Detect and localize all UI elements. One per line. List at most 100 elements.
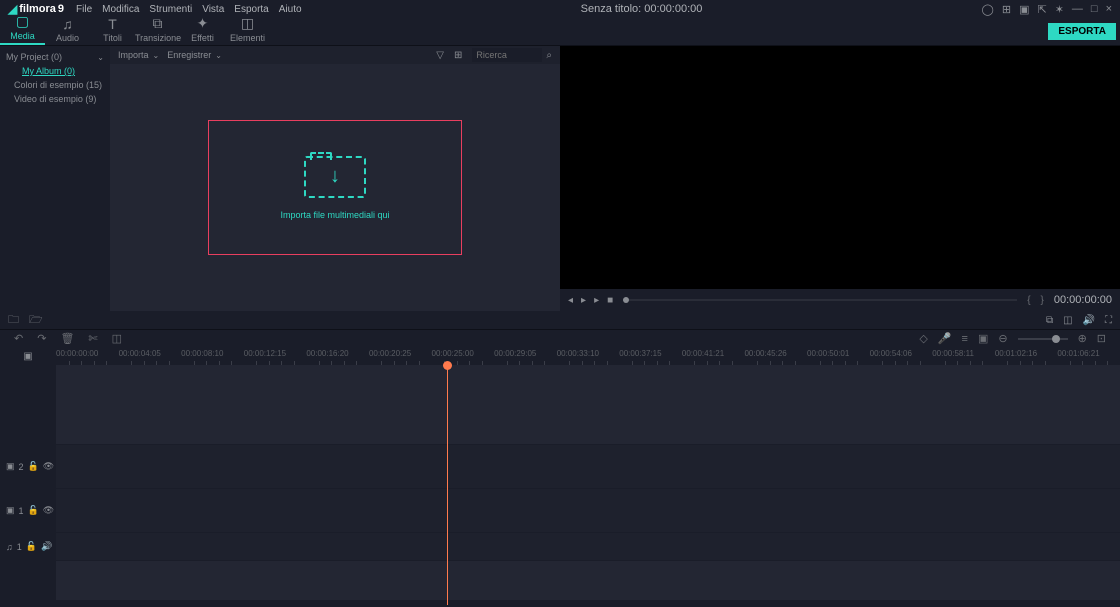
- music-icon: ♫: [45, 16, 90, 32]
- visibility-icon[interactable]: 👁: [43, 461, 54, 472]
- split-button[interactable]: ✄: [88, 332, 97, 345]
- media-drop-area[interactable]: ↓ Importa file multimediali qui: [110, 64, 560, 311]
- ruler-tick: 00:00:58:11: [932, 349, 974, 358]
- sidebar-videos[interactable]: Video di esempio (9): [6, 92, 104, 106]
- menu-help[interactable]: Aiuto: [279, 4, 302, 15]
- import-folder-icon: ↓: [304, 156, 366, 198]
- prev-frame-button[interactable]: ◂: [568, 295, 573, 306]
- zoom-in-button[interactable]: ⊕: [1078, 332, 1087, 345]
- maximize-icon[interactable]: □: [1091, 3, 1098, 15]
- new-folder-icon[interactable]: 🗀: [8, 311, 19, 330]
- render-icon[interactable]: ▣: [978, 332, 988, 345]
- mic-icon[interactable]: 🎤: [938, 332, 952, 345]
- next-frame-button[interactable]: ▸: [594, 295, 599, 306]
- settings-icon[interactable]: ✶: [1055, 3, 1064, 16]
- import-highlight-box: ↓ Importa file multimediali qui: [208, 120, 462, 255]
- close-icon[interactable]: ×: [1106, 3, 1112, 15]
- transition-icon: ⧉: [135, 15, 180, 32]
- video-track-icon: ▣: [6, 461, 15, 472]
- video-track-icon: ▣: [6, 505, 15, 516]
- undo-button[interactable]: ↶: [14, 332, 23, 345]
- elements-icon: ◫: [225, 15, 270, 32]
- menu-file[interactable]: File: [76, 4, 92, 15]
- user-icon[interactable]: ◯: [982, 3, 994, 16]
- media-toolbar: Importa⌄ Enregistrer⌄ ▽ ⊞ ⌕: [110, 46, 560, 64]
- video-track-2[interactable]: ▣ 2 🔓 👁: [0, 445, 1120, 489]
- ruler-tick: 00:00:33:10: [557, 349, 599, 358]
- preview-time: 00:00:00:00: [1054, 294, 1112, 306]
- ruler-tick: 00:00:16:20: [306, 349, 348, 358]
- chevron-down-icon: ⌄: [97, 53, 104, 62]
- mark-in-icon[interactable]: {: [1027, 295, 1030, 306]
- menu-edit[interactable]: Modifica: [102, 4, 139, 15]
- marker-icon[interactable]: ◇: [919, 332, 927, 345]
- playhead[interactable]: [447, 365, 448, 605]
- preview-progress[interactable]: [623, 299, 1017, 301]
- ruler-tick: 00:00:00:00: [56, 349, 98, 358]
- ruler-tick: 00:00:12:15: [244, 349, 286, 358]
- visibility-icon[interactable]: 👁: [43, 505, 54, 516]
- sidebar-colors[interactable]: Colori di esempio (15): [6, 78, 104, 92]
- timeline-toolbar: ↶ ↷ 🗑 ✄ ◫ ◇ 🎤 ≡ ▣ ⊖ ⊕ ⊡: [0, 329, 1120, 347]
- quality-icon[interactable]: ◫: [1063, 315, 1072, 326]
- play-button[interactable]: ▸: [581, 295, 586, 306]
- mute-icon[interactable]: 🔊: [41, 541, 52, 552]
- search-icon[interactable]: ⌕: [546, 50, 552, 61]
- tab-elements[interactable]: ◫Elementi: [225, 13, 270, 45]
- filter-icon[interactable]: ▽: [436, 50, 444, 61]
- cart-icon[interactable]: ⊞: [1002, 3, 1011, 16]
- lock-icon[interactable]: 🔓: [28, 461, 39, 472]
- zoom-out-button[interactable]: ⊖: [998, 332, 1007, 345]
- ruler-tick: 00:00:08:10: [181, 349, 223, 358]
- text-icon: T: [90, 16, 135, 32]
- timeline-options-icon[interactable]: ▣: [23, 351, 32, 362]
- preview-panel: ◂ ▸ ▸ ■ { } 00:00:00:00 ⧉ ◫ 🔊 ⛶: [560, 46, 1120, 329]
- export-button[interactable]: ESPORTA: [1048, 23, 1116, 40]
- lock-icon[interactable]: 🔓: [26, 541, 37, 552]
- ruler-tick: 00:00:25:00: [432, 349, 474, 358]
- ruler-tick: 00:01:06:21: [1057, 349, 1099, 358]
- tab-effects[interactable]: ✦Effetti: [180, 13, 225, 45]
- redo-button[interactable]: ↷: [37, 332, 46, 345]
- effects-icon: ✦: [180, 15, 225, 32]
- sidebar-album[interactable]: My Album (0): [6, 64, 104, 78]
- grid-icon[interactable]: ⊞: [454, 50, 462, 61]
- folder-icon: ▢: [0, 13, 45, 30]
- tab-transition[interactable]: ⧉Transizione: [135, 13, 180, 45]
- delete-button[interactable]: 🗑: [60, 332, 74, 345]
- mixer-icon[interactable]: ≡: [962, 333, 968, 345]
- minimize-icon[interactable]: —: [1072, 3, 1083, 15]
- preview-controls: ◂ ▸ ▸ ■ { } 00:00:00:00: [560, 289, 1120, 311]
- sidebar-bottom: 🗀 🗁: [0, 311, 560, 329]
- ruler-tick: 00:00:50:01: [807, 349, 849, 358]
- media-panel: Importa⌄ Enregistrer⌄ ▽ ⊞ ⌕ ↓: [110, 46, 560, 311]
- timeline: ▣ 00:00:00:0000:00:04:0500:00:08:1000:00…: [0, 347, 1120, 601]
- fullscreen-icon[interactable]: ⛶: [1105, 315, 1112, 326]
- cloud-icon[interactable]: ▣: [1019, 3, 1029, 16]
- zoom-fit-button[interactable]: ⊡: [1097, 332, 1106, 345]
- import-dropdown[interactable]: Importa⌄: [118, 50, 159, 60]
- record-dropdown[interactable]: Enregistrer⌄: [167, 50, 222, 60]
- tab-media[interactable]: ▢Media: [0, 11, 45, 45]
- lock-icon[interactable]: 🔓: [28, 505, 39, 516]
- tab-audio[interactable]: ♫Audio: [45, 14, 90, 45]
- upload-icon[interactable]: ⇱: [1037, 3, 1046, 16]
- drop-text: Importa file multimediali qui: [280, 210, 389, 220]
- sidebar-project[interactable]: My Project (0) ⌄: [6, 50, 104, 64]
- stop-button[interactable]: ■: [607, 295, 613, 306]
- volume-icon[interactable]: 🔊: [1083, 315, 1095, 326]
- tab-titles[interactable]: TTitoli: [90, 14, 135, 45]
- folder-open-icon[interactable]: 🗁: [29, 311, 43, 330]
- media-sidebar: My Project (0) ⌄ My Album (0) Colori di …: [0, 46, 110, 311]
- audio-track-icon: ♫: [6, 542, 13, 552]
- chevron-down-icon: ⌄: [153, 51, 160, 60]
- crop-button[interactable]: ◫: [112, 332, 122, 345]
- snapshot-icon[interactable]: ⧉: [1046, 315, 1053, 326]
- audio-track-1[interactable]: ♫ 1 🔓 🔊: [0, 533, 1120, 561]
- ruler-tick: 00:00:37:15: [619, 349, 661, 358]
- search-input[interactable]: [472, 48, 542, 62]
- mark-out-icon[interactable]: }: [1041, 295, 1044, 306]
- zoom-slider[interactable]: [1018, 338, 1068, 340]
- timeline-ruler[interactable]: ▣ 00:00:00:0000:00:04:0500:00:08:1000:00…: [0, 347, 1120, 365]
- video-track-1[interactable]: ▣ 1 🔓 👁: [0, 489, 1120, 533]
